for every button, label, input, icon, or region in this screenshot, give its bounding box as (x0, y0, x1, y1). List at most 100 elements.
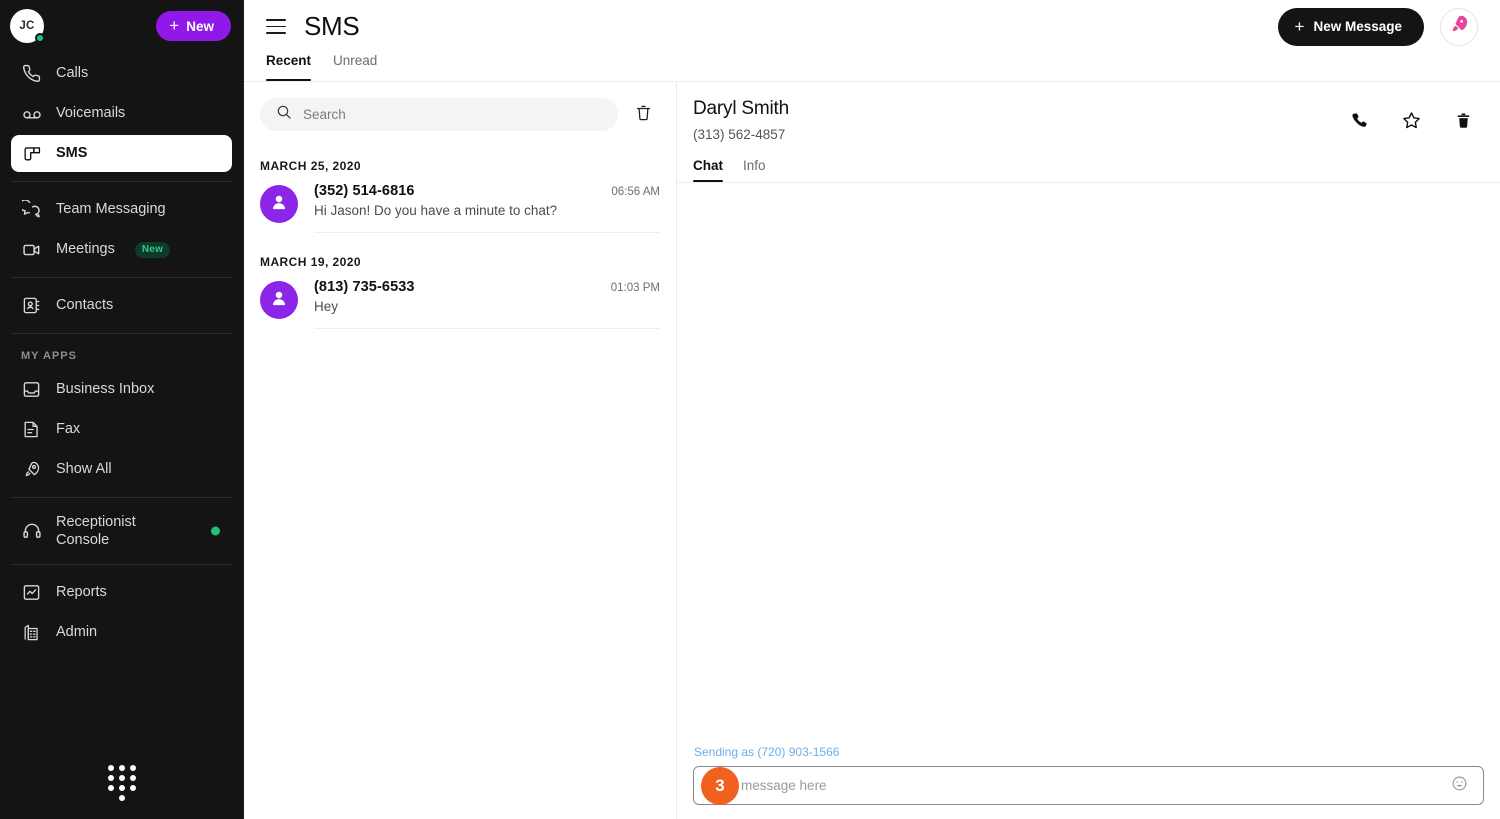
search-input[interactable] (303, 107, 602, 122)
tab-recent[interactable]: Recent (266, 53, 312, 81)
chart-icon (21, 582, 42, 603)
sidebar-nav-primary: Calls Voicemails SMS (0, 55, 243, 172)
main-tabs: Recent Unread (244, 53, 1500, 81)
timestamp: 06:56 AM (611, 186, 660, 198)
plus-icon: + (169, 16, 180, 35)
sidebar-item-reports[interactable]: Reports (11, 574, 232, 611)
contact-name: (813) 735-6533 (314, 279, 415, 295)
new-message-button[interactable]: + New Message (1277, 7, 1424, 46)
tab-label: Recent (266, 53, 312, 68)
list-item[interactable]: (813) 735-6533 01:03 PM Hey (244, 279, 676, 329)
sidebar-item-label: Contacts (56, 297, 114, 314)
chat-bubbles-icon (21, 199, 42, 220)
emoji-picker-button[interactable] (1449, 776, 1469, 796)
sidebar-item-receptionist-console[interactable]: Receptionist Console (11, 507, 232, 555)
person-icon (269, 288, 289, 313)
sidebar-divider (11, 564, 232, 565)
new-button[interactable]: + New (156, 11, 231, 41)
delete-conversations-button[interactable] (632, 104, 654, 126)
sidebar-item-label: Calls (56, 65, 89, 82)
tab-label: Unread (333, 53, 378, 68)
sidebar-item-label: Receptionist Console (56, 513, 136, 548)
main-header: SMS + New Message (244, 0, 1500, 53)
sidebar-item-calls[interactable]: Calls (11, 55, 232, 92)
dialpad-button[interactable] (0, 765, 243, 801)
content-split: MARCH 25, 2020 (352) 514-6816 06:56 AM H… (244, 82, 1500, 819)
sidebar-divider (11, 277, 232, 278)
sidebar-divider (11, 181, 232, 182)
date-header: MARCH 25, 2020 (260, 159, 362, 173)
inbox-icon (21, 379, 42, 400)
favorite-button[interactable] (1400, 112, 1422, 134)
list-item[interactable]: (352) 514-6816 06:56 AM Hi Jason! Do you… (244, 183, 676, 233)
sidebar: JC + New Calls Voicemails SMS Team Messa… (0, 0, 244, 819)
sidebar-item-label: Admin (56, 624, 98, 641)
sidebar-nav-console: Receptionist Console (0, 507, 243, 555)
search-icon (276, 104, 292, 125)
chat-tabs: Chat Info (677, 142, 1500, 182)
main-area: SMS + New Message Recent Unread Search M… (244, 0, 1500, 819)
sidebar-item-label: SMS (56, 145, 88, 162)
avatar (260, 281, 298, 319)
tab-label: Info (743, 158, 766, 173)
hamburger-icon[interactable] (266, 19, 286, 34)
sidebar-item-label: Reports (56, 584, 107, 601)
contact-name: Daryl Smith (693, 98, 789, 119)
tab-unread[interactable]: Unread (333, 53, 377, 81)
person-icon (269, 192, 289, 217)
date-header: MARCH 19, 2020 (260, 255, 362, 269)
presence-indicator (35, 33, 45, 43)
avatar[interactable]: JC (10, 9, 45, 43)
rocket-icon (21, 459, 42, 480)
chat-action-bar (1348, 112, 1474, 134)
delete-button[interactable] (1452, 112, 1474, 134)
sidebar-item-meetings[interactable]: Meetings New (11, 231, 232, 268)
chat-header: Daryl Smith (313) 562-4857 (677, 82, 1500, 142)
sidebar-item-team-messaging[interactable]: Team Messaging (11, 191, 232, 228)
tab-info[interactable]: Info (743, 158, 766, 182)
fax-icon (21, 419, 42, 440)
sidebar-item-business-inbox[interactable]: Business Inbox (11, 371, 232, 408)
message-input[interactable] (708, 778, 1449, 793)
chat-contact-info: Daryl Smith (313) 562-4857 (693, 98, 1348, 142)
page-title: SMS (304, 11, 360, 41)
sidebar-item-label: Meetings (56, 241, 115, 258)
sidebar-item-contacts[interactable]: Contacts (11, 287, 232, 324)
sidebar-item-voicemails[interactable]: Voicemails (11, 95, 232, 132)
rocket-launcher-button[interactable] (1440, 7, 1478, 46)
sidebar-item-label: Show All (56, 461, 112, 478)
star-icon (1401, 110, 1422, 136)
list-item-header: (352) 514-6816 06:56 AM (314, 183, 660, 199)
list-item-header: (813) 735-6533 01:03 PM (314, 279, 660, 295)
sidebar-nav-my-apps: Business Inbox Fax Show All (0, 371, 243, 488)
contact-card-icon (21, 295, 42, 316)
sidebar-item-show-all[interactable]: Show All (11, 451, 232, 488)
message-composer[interactable] (693, 766, 1484, 805)
step-badge: 3 (701, 766, 739, 805)
sidebar-item-label: Fax (56, 421, 81, 438)
video-camera-icon (21, 239, 42, 260)
sidebar-item-label: Business Inbox (56, 381, 155, 398)
list-item-body: (352) 514-6816 06:56 AM Hi Jason! Do you… (314, 183, 660, 233)
sidebar-divider (11, 497, 232, 498)
call-button[interactable] (1348, 112, 1370, 134)
search-box[interactable] (260, 98, 618, 131)
message-preview: Hey (314, 299, 339, 314)
sidebar-item-label: Team Messaging (56, 201, 166, 218)
rocket-icon (1449, 14, 1469, 39)
phone-icon (1350, 111, 1369, 135)
sidebar-item-fax[interactable]: Fax (11, 411, 232, 448)
conversation-list-panel: MARCH 25, 2020 (352) 514-6816 06:56 AM H… (244, 82, 677, 819)
contact-phone: (313) 562-4857 (693, 127, 786, 142)
sidebar-item-sms[interactable]: SMS (11, 135, 232, 172)
sidebar-item-admin[interactable]: Admin (11, 614, 232, 651)
phone-icon (21, 63, 42, 84)
search-row (244, 82, 676, 137)
emoji-smiley-icon (1451, 775, 1468, 797)
header-actions: + New Message (1277, 7, 1478, 46)
tab-chat[interactable]: Chat (693, 158, 723, 182)
sidebar-nav-footer: Reports Admin (0, 574, 243, 651)
plus-icon: + (1294, 16, 1305, 36)
composer-area: Sending as (720) 903-1566 3 (677, 745, 1500, 819)
status-indicator (211, 526, 220, 536)
